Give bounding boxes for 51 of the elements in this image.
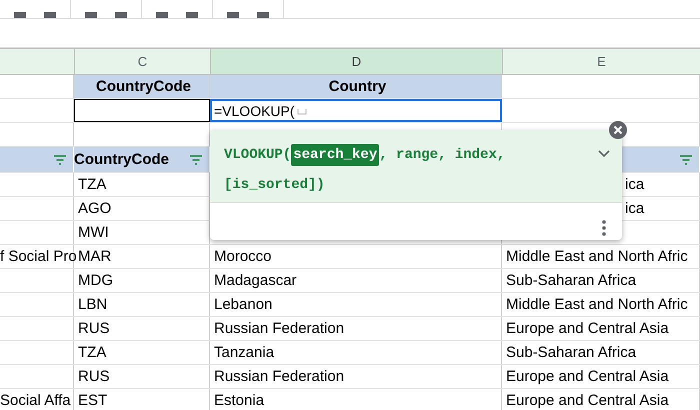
table-cell: Sub-Saharan Africa	[506, 344, 636, 361]
toolbar-icon[interactable]	[85, 12, 97, 18]
table-cell: MDG	[78, 272, 113, 289]
toolbar-icon[interactable]	[156, 12, 168, 18]
table-cell: Europe and Central Asia	[506, 368, 669, 385]
cell-editor[interactable]: =VLOOKUP(	[210, 99, 502, 122]
table-cell: ica	[625, 176, 644, 193]
table-cell: Country	[210, 75, 502, 98]
toolbar-icon[interactable]	[44, 12, 56, 18]
filter-icon[interactable]	[53, 154, 67, 164]
table-cell: EST	[78, 392, 108, 409]
toolbar-icon[interactable]	[227, 12, 239, 18]
table-cell: Estonia	[214, 392, 264, 409]
table-cell: Lebanon	[214, 296, 272, 313]
table-cell[interactable]	[74, 99, 210, 122]
column-header[interactable]: E	[502, 49, 700, 74]
table-cell: TZA	[78, 344, 106, 361]
table-cell: Europe and Central Asia	[506, 320, 669, 337]
close-icon[interactable]	[609, 121, 627, 139]
space-icon	[296, 106, 307, 114]
table-cell: Tanzania	[214, 344, 274, 361]
table-cell: AGO	[78, 200, 112, 217]
toolbar-icon[interactable]	[115, 12, 127, 18]
toolbar-icon[interactable]	[257, 12, 269, 18]
table-cell: Russian Federation	[214, 368, 344, 385]
table-cell: ica	[625, 200, 644, 217]
function-signature: VLOOKUP(search_key, range, index, [is_sorted])	[224, 140, 524, 202]
toolbar-icon[interactable]	[186, 12, 198, 18]
table-cell: CountryCode	[74, 75, 210, 98]
table-cell: Social Affa	[0, 392, 71, 409]
filter-icon[interactable]	[679, 154, 693, 164]
table-cell: TZA	[78, 176, 106, 193]
table-cell: Madagascar	[214, 272, 297, 289]
table-cell: MAR	[78, 248, 112, 265]
table-cell: Sub-Saharan Africa	[506, 272, 636, 289]
table-cell: Russian Federation	[214, 320, 344, 337]
filter-icon[interactable]	[189, 154, 203, 164]
table-cell: RUS	[78, 368, 110, 385]
chevron-down-icon[interactable]	[598, 150, 610, 158]
table-cell: Middle East and North Afric	[506, 248, 688, 265]
table-cell: Europe and Central Asia	[506, 392, 669, 409]
column-header[interactable]: D	[210, 49, 502, 74]
more-icon[interactable]	[602, 220, 606, 236]
table-cell: Middle East and North Afric	[506, 296, 688, 313]
table-cell: Morocco	[214, 248, 272, 265]
table-cell: f Social Pro	[0, 248, 77, 265]
toolbar-icon[interactable]	[14, 12, 26, 18]
table-cell: LBN	[78, 296, 108, 313]
table-cell: RUS	[78, 320, 110, 337]
column-title: CountryCode	[74, 151, 170, 168]
table-cell: MWI	[78, 224, 109, 241]
